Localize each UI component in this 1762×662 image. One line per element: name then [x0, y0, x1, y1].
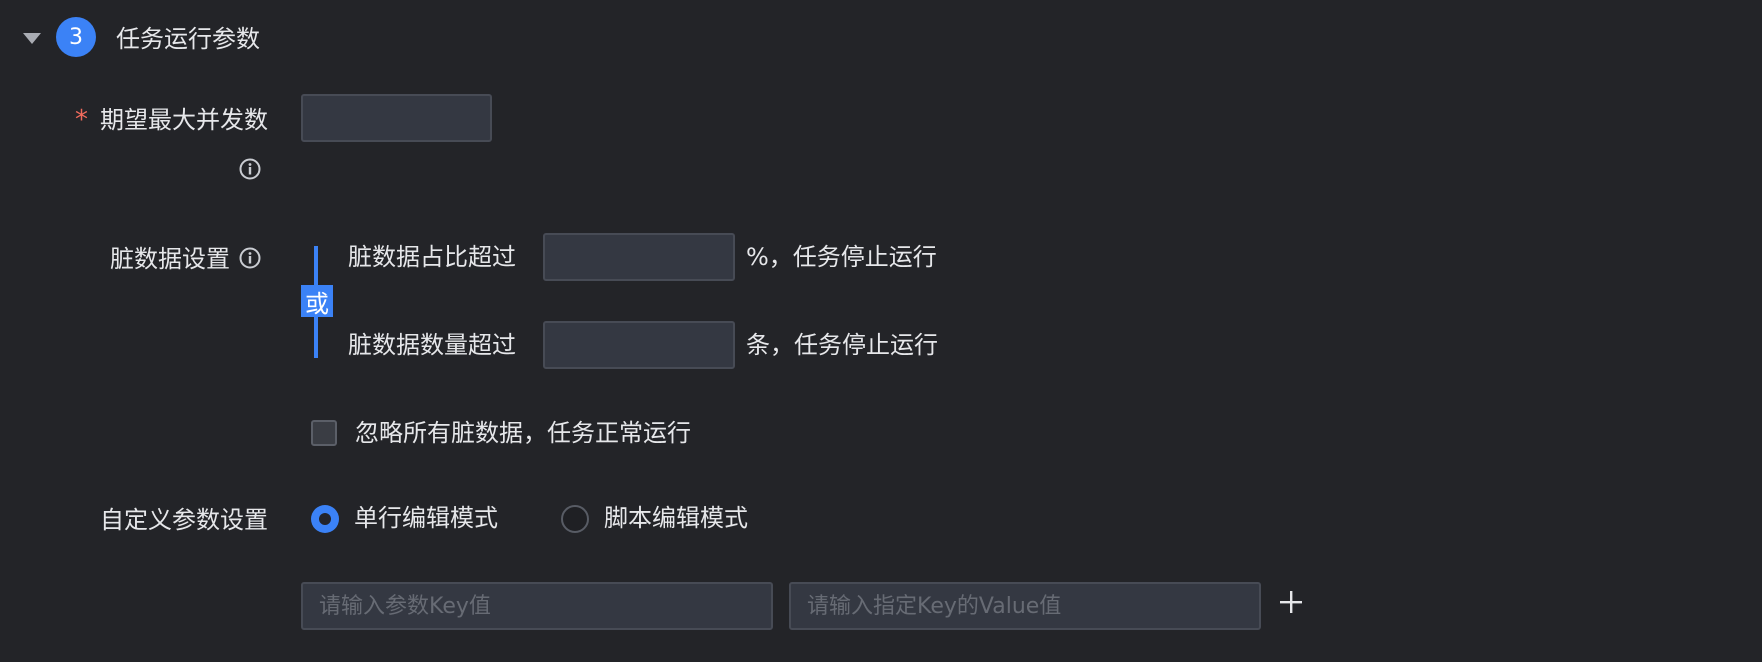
collapse-caret-icon[interactable]: [23, 33, 41, 44]
mode-single-line-label: 单行编辑模式: [354, 504, 498, 532]
param-value-input[interactable]: [789, 582, 1261, 630]
ignore-dirty-label: 忽略所有脏数据，任务正常运行: [355, 419, 691, 447]
dirty-data-label: 脏数据设置: [110, 245, 230, 273]
mode-script-radio[interactable]: [561, 505, 589, 533]
dirty-ratio-suffix: %，任务停止运行: [746, 243, 937, 271]
max-concurrency-label: 期望最大并发数: [100, 106, 268, 134]
info-icon[interactable]: [239, 158, 261, 180]
max-concurrency-input[interactable]: [301, 94, 492, 142]
info-icon[interactable]: [239, 247, 261, 269]
param-key-input[interactable]: [301, 582, 773, 630]
dirty-ratio-input[interactable]: [543, 233, 735, 281]
radio-dot: [319, 513, 331, 525]
step-number-badge: 3: [56, 17, 96, 57]
custom-params-label: 自定义参数设置: [100, 506, 268, 534]
dirty-count-prefix: 脏数据数量超过: [348, 331, 516, 359]
plus-icon[interactable]: [1279, 590, 1303, 614]
section-title: 任务运行参数: [116, 25, 260, 53]
mode-script-label: 脚本编辑模式: [604, 504, 748, 532]
dirty-count-input[interactable]: [543, 321, 735, 369]
dirty-count-suffix: 条，任务停止运行: [746, 331, 938, 359]
mode-single-line-radio[interactable]: [311, 505, 339, 533]
required-asterisk: *: [75, 105, 88, 135]
ignore-dirty-checkbox[interactable]: [311, 420, 337, 446]
dirty-ratio-prefix: 脏数据占比超过: [348, 243, 516, 271]
or-badge: 或: [301, 285, 333, 318]
